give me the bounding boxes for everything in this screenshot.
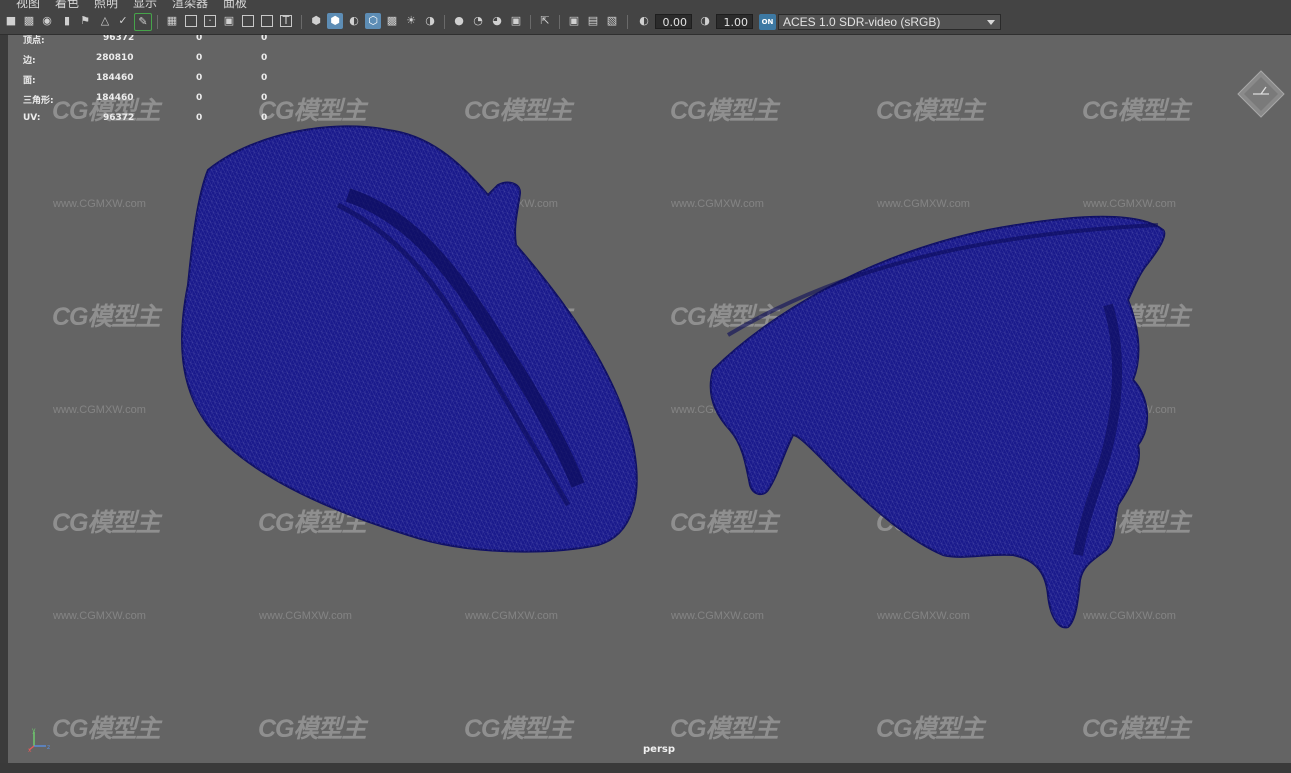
exposure-field[interactable]: 0.00: [655, 14, 692, 29]
axis-gizmo: y z x: [28, 728, 50, 752]
hud-uv-selected: 0: [261, 73, 268, 83]
color-space-select[interactable]: ACES 1.0 SDR-video (sRGB): [778, 14, 1001, 30]
bookmark-icon[interactable]: ⚑: [77, 13, 93, 29]
hud-label: 三角形:: [23, 96, 54, 106]
grid-icon[interactable]: ▦: [164, 13, 180, 29]
field-chart-icon[interactable]: [240, 13, 256, 29]
xray-active-components-icon[interactable]: ▤: [585, 13, 601, 29]
hud-uv-selected: 0: [261, 93, 268, 103]
camera-attributes-icon[interactable]: ▩: [21, 13, 37, 29]
bookmark-camera-icon[interactable]: ◉: [39, 13, 55, 29]
two-d-pan-zoom-icon[interactable]: △: [97, 13, 113, 29]
viewport-canvas: [181, 125, 1166, 629]
menu-renderer[interactable]: 渲染器: [172, 0, 208, 9]
viewport-persp[interactable]: CG模型主 CG模型主 CG模型主 CG模型主 CG模型主 CG模型主 www.…: [8, 35, 1291, 763]
color-space-value: ACES 1.0 SDR-video (sRGB): [783, 15, 941, 29]
axis-y-label: y: [32, 728, 36, 734]
toolbar-separator: [530, 15, 531, 29]
toolbar-separator: [444, 15, 445, 29]
xray-icon[interactable]: ▣: [566, 13, 582, 29]
menu-panels[interactable]: 面板: [223, 0, 247, 9]
gamma-field[interactable]: 1.00: [716, 14, 753, 29]
wireframe-icon[interactable]: ⬢: [308, 13, 324, 29]
toolbar-separator: [301, 15, 302, 29]
safe-title-icon[interactable]: T: [278, 13, 294, 29]
hud-label: 边:: [23, 56, 36, 66]
gate-mask-icon[interactable]: ▣: [221, 13, 237, 29]
depth-of-field-icon[interactable]: ▣: [508, 13, 524, 29]
hud-selected: 0: [196, 53, 203, 63]
menu-shading[interactable]: 着色: [55, 0, 79, 9]
shell-right-wireframe[interactable]: [709, 215, 1166, 629]
view-cube[interactable]: [1236, 69, 1286, 119]
grease-pencil-icon[interactable]: ✓: [115, 13, 131, 29]
gamma-icon[interactable]: ◑: [697, 13, 713, 29]
menu-show[interactable]: 显示: [133, 0, 157, 9]
axis-z-label: z: [47, 744, 50, 751]
xray-joints-icon[interactable]: ▧: [604, 13, 620, 29]
hud-uv-selected: 0: [261, 113, 268, 123]
hud-count: 280810: [96, 53, 134, 63]
image-plane-icon[interactable]: ▮: [59, 13, 75, 29]
shadows-icon[interactable]: ◑: [422, 13, 438, 29]
draw-pencil-icon[interactable]: ✎: [134, 13, 152, 31]
panel-toolbar: ■ ▩ ◉ ▮ ⚑ △ ✓ ✎ ▦ · ▣ T ⬢ ⬢ ◐ ⬡ ▩ ☀ ◑ ● …: [0, 9, 1291, 35]
smooth-shade-icon[interactable]: ⬢: [327, 13, 343, 29]
default-material-icon[interactable]: ◐: [346, 13, 362, 29]
menu-lighting[interactable]: 照明: [94, 0, 118, 9]
hud-count: 184460: [96, 93, 134, 103]
panel-menubar: 视图 着色 照明 显示 渲染器 面板: [0, 0, 1291, 9]
hud-selected: 0: [196, 73, 203, 83]
hud-uv-selected: 0: [261, 35, 268, 43]
resolution-gate-icon[interactable]: ·: [202, 13, 218, 29]
isolate-select-icon[interactable]: ⇱: [537, 13, 553, 29]
hud-label: UV:: [23, 113, 41, 123]
hud-selected: 0: [196, 35, 203, 43]
shell-left-wireframe[interactable]: [181, 125, 638, 553]
camera-name-label: persp: [643, 744, 675, 755]
toolbar-separator: [559, 15, 560, 29]
hud-count: 96372: [103, 35, 135, 43]
viewport-bottom-border: [0, 763, 1291, 773]
hud-count: 184460: [96, 73, 134, 83]
hud-selected: 0: [196, 93, 203, 103]
camera-select-icon[interactable]: ■: [3, 13, 19, 29]
textured-icon[interactable]: ▩: [384, 13, 400, 29]
hud-uv-selected: 0: [261, 53, 268, 63]
menu-view[interactable]: 视图: [16, 0, 40, 9]
anti-aliasing-icon[interactable]: ◕: [489, 13, 505, 29]
hud-selected: 0: [196, 113, 203, 123]
toolbar-separator: [157, 15, 158, 29]
color-management-toggle[interactable]: ON: [759, 14, 776, 30]
exposure-icon[interactable]: ◐: [636, 13, 652, 29]
chevron-down-icon: [987, 20, 995, 25]
hud-label: 顶点:: [23, 36, 45, 46]
toolbar-separator: [627, 15, 628, 29]
motion-blur-icon[interactable]: ◔: [470, 13, 486, 29]
safe-action-icon[interactable]: [259, 13, 275, 29]
left-panel-edge: [0, 35, 8, 763]
wireframe-on-shaded-icon[interactable]: ⬡: [365, 13, 381, 29]
hud-label: 面:: [23, 76, 36, 86]
hud-count: 96372: [103, 113, 135, 123]
axis-x-label: x: [28, 747, 32, 752]
lights-icon[interactable]: ☀: [403, 13, 419, 29]
film-gate-icon[interactable]: [183, 13, 199, 29]
screen-space-ao-icon[interactable]: ●: [451, 13, 467, 29]
